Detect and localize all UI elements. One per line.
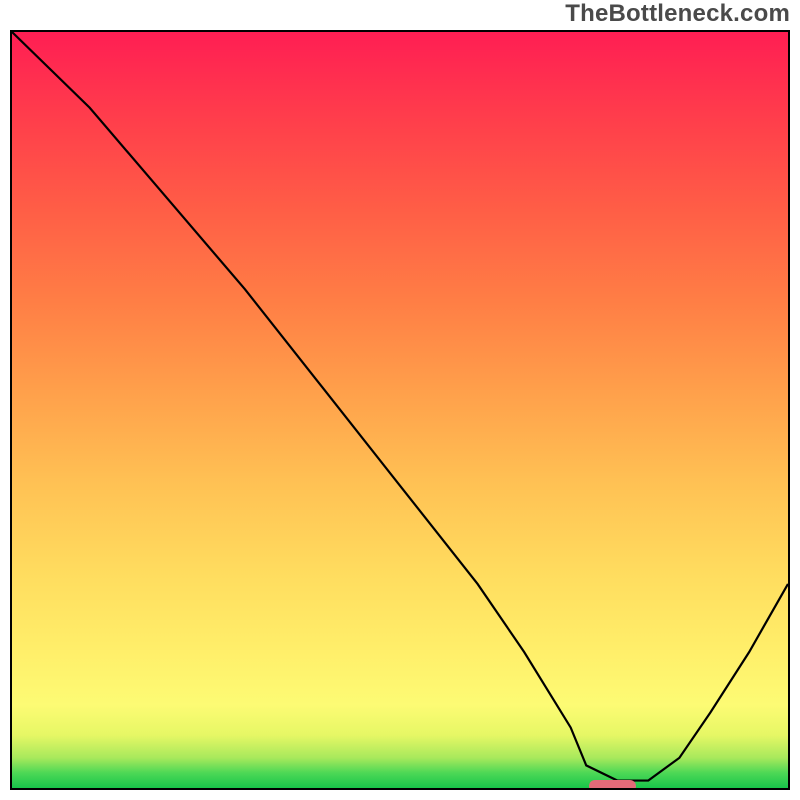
watermark-label: TheBottleneck.com bbox=[565, 0, 790, 28]
plot-area bbox=[10, 30, 790, 790]
bottleneck-curve bbox=[12, 32, 788, 781]
optimal-range-marker bbox=[589, 780, 636, 790]
curve-svg bbox=[12, 32, 788, 788]
chart-container: TheBottleneck.com bbox=[0, 0, 800, 800]
